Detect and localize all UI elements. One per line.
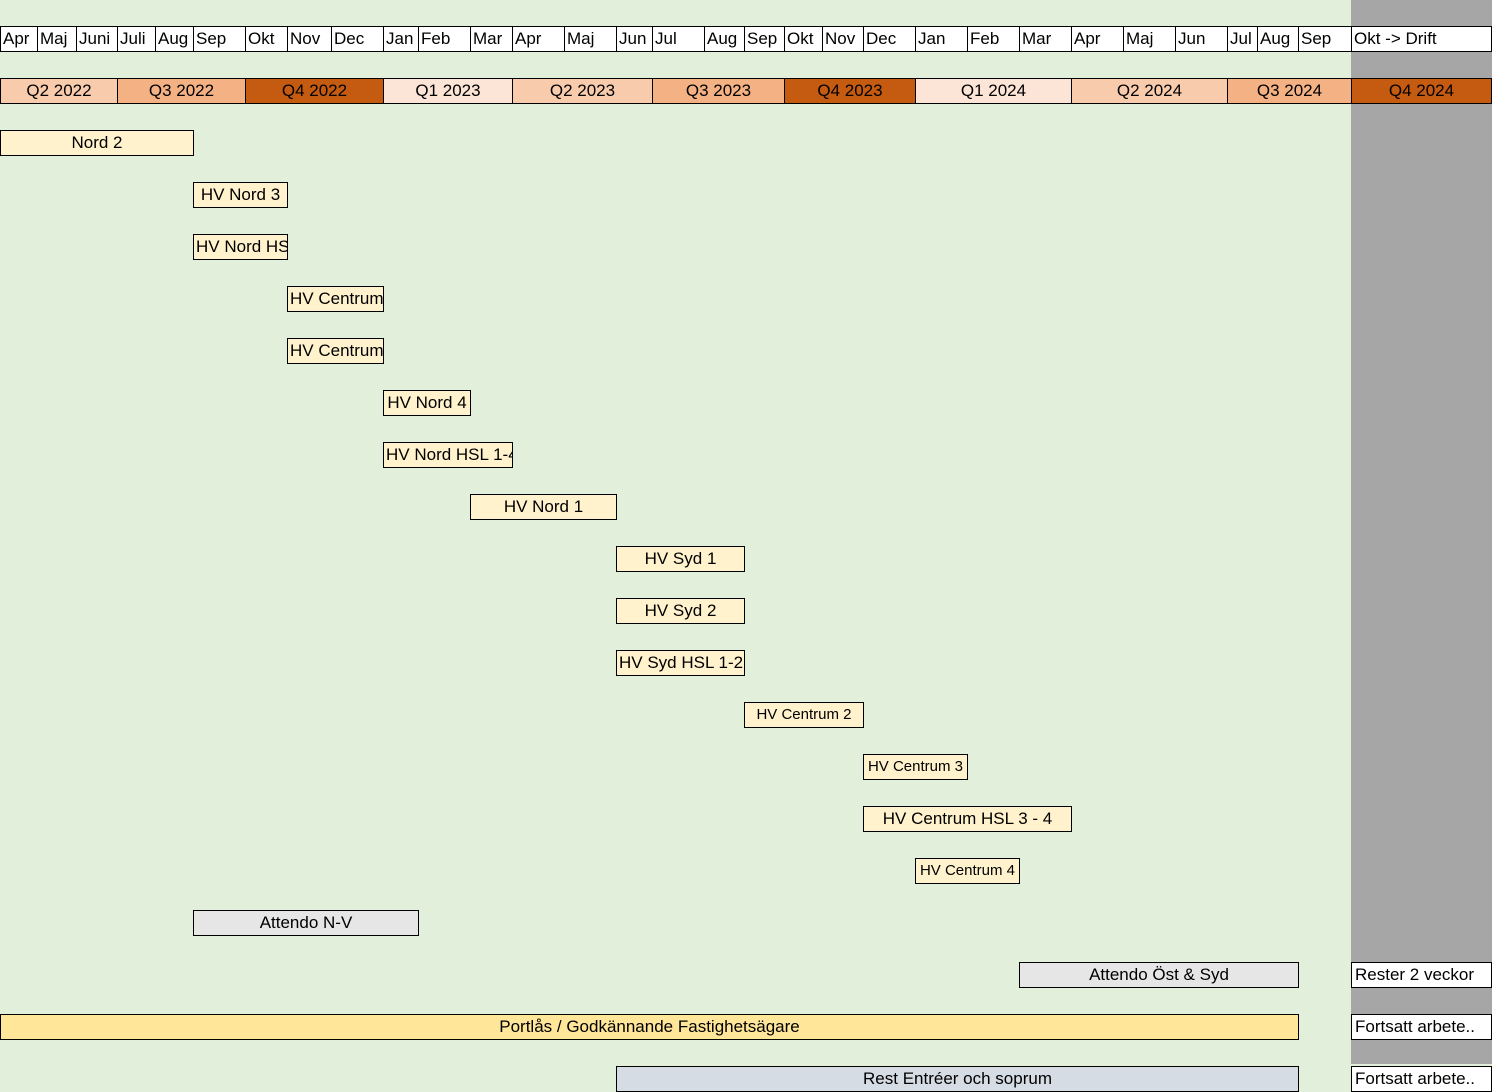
month-header-cell: Juli xyxy=(117,26,156,52)
task-bar: Attendo Öst & Syd xyxy=(1019,962,1299,988)
month-header-cell: Dec xyxy=(331,26,384,52)
quarter-header-cell: Q2 2023 xyxy=(512,78,653,104)
quarter-header-cell: Q3 2023 xyxy=(652,78,785,104)
quarter-header-cell: Q4 2024 xyxy=(1351,78,1492,104)
task-bar: HV Nord 4 xyxy=(383,390,471,416)
task-bar: HV Nord 1 xyxy=(470,494,617,520)
quarter-header-cell: Q3 2024 xyxy=(1227,78,1352,104)
month-header-cell: Dec xyxy=(863,26,916,52)
task-bar: HV Centrum HSL 1-2 xyxy=(287,338,384,364)
month-header-cell: Apr xyxy=(1071,26,1124,52)
quarter-header-cell: Q2 2024 xyxy=(1071,78,1228,104)
task-bar: Nord 2 xyxy=(0,130,194,156)
task-bar: HV Centrum 3 xyxy=(863,754,968,780)
month-header-cell: Aug xyxy=(155,26,194,52)
quarter-header-cell: Q1 2024 xyxy=(915,78,1072,104)
task-bar: HV Centrum 4 xyxy=(915,858,1020,884)
quarter-header-cell: Q4 2023 xyxy=(784,78,916,104)
quarter-header-cell: Q2 2022 xyxy=(0,78,118,104)
month-header-cell: Apr xyxy=(512,26,565,52)
task-note: Rester 2 veckor xyxy=(1351,962,1492,988)
month-header-cell: Mar xyxy=(1019,26,1072,52)
month-header-cell: Maj xyxy=(37,26,77,52)
month-header-cell: Jan xyxy=(915,26,968,52)
task-bar: HV Centrum 2 xyxy=(744,702,864,728)
month-header-cell: Jul xyxy=(652,26,705,52)
month-header-cell: Maj xyxy=(564,26,617,52)
task-bar: HV Centrum HSL 3 - 4 xyxy=(863,806,1072,832)
month-header-cell: Sep xyxy=(193,26,246,52)
month-header-cell: Sep xyxy=(1298,26,1352,52)
task-bar: Portlås / Godkännande Fastighetsägare xyxy=(0,1014,1299,1040)
month-header-cell: Jun xyxy=(1175,26,1228,52)
task-bar: Rest Entréer och soprum xyxy=(616,1066,1299,1092)
quarter-header-cell: Q3 2022 xyxy=(117,78,246,104)
task-note: Fortsatt arbete.. xyxy=(1351,1014,1492,1040)
month-header-cell: Jun xyxy=(616,26,653,52)
task-bar: Attendo N-V xyxy=(193,910,419,936)
task-bar: HV Syd 1 xyxy=(616,546,745,572)
month-header-cell: Juni xyxy=(76,26,118,52)
month-header-cell: Sep xyxy=(744,26,785,52)
month-header-cell: Aug xyxy=(704,26,745,52)
month-header-cell: Mar xyxy=(470,26,513,52)
month-header-cell: Okt xyxy=(784,26,823,52)
month-header-cell: Nov xyxy=(287,26,332,52)
task-bar: HV Syd 2 xyxy=(616,598,745,624)
drift-column-band xyxy=(1351,0,1492,1064)
month-header-cell: Jan xyxy=(383,26,419,52)
month-header-cell: Jul xyxy=(1227,26,1258,52)
quarter-header-cell: Q4 2022 xyxy=(245,78,384,104)
month-header-cell: Okt -> Drift xyxy=(1351,26,1492,52)
month-header-cell: Feb xyxy=(418,26,471,52)
month-header-cell: Okt xyxy=(245,26,288,52)
task-bar: HV Syd HSL 1-2 xyxy=(616,650,745,676)
quarter-header-cell: Q1 2023 xyxy=(383,78,513,104)
task-bar: HV Nord 3 xyxy=(193,182,288,208)
task-bar: HV Nord HSL 1-4 xyxy=(383,442,513,468)
month-header-cell: Apr xyxy=(0,26,38,52)
gantt-chart: Apr Maj Juni Juli Aug Sep Okt Nov Dec Jan Feb Mar Ap… xyxy=(0,0,1492,1092)
task-note: Fortsatt arbete.. xyxy=(1351,1066,1492,1092)
month-header-cell: Maj xyxy=(1123,26,1176,52)
task-bar: HV Nord HSL 2-3 xyxy=(193,234,288,260)
month-header-cell: Feb xyxy=(967,26,1020,52)
month-header-cell: Aug xyxy=(1257,26,1299,52)
month-header-cell: Nov xyxy=(822,26,864,52)
task-bar: HV Centrum 1 xyxy=(287,286,384,312)
